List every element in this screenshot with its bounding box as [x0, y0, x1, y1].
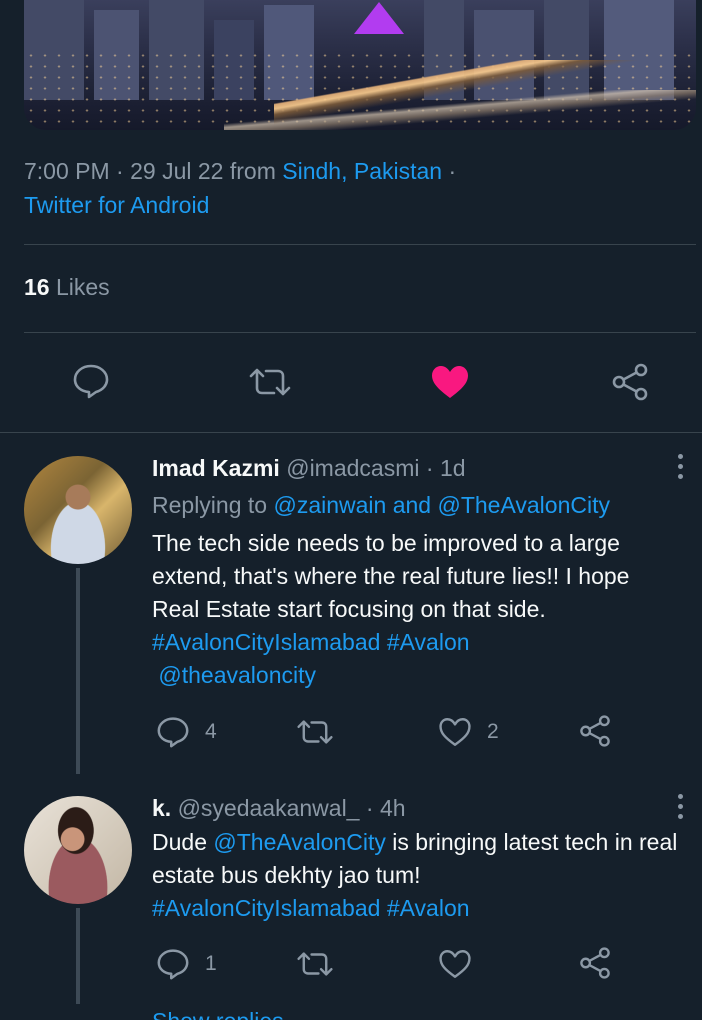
avatar[interactable]	[24, 796, 132, 904]
reply-icon[interactable]	[156, 716, 190, 748]
replying-to-label: Replying to	[152, 492, 268, 518]
tweet-date: 29 Jul 22	[130, 158, 224, 184]
hashtag-link[interactable]: #AvalonCityIslamabad	[152, 895, 380, 921]
thread-line	[76, 908, 80, 1004]
avalon-logo	[354, 2, 404, 34]
like-icon[interactable]	[438, 716, 472, 748]
reply-icon[interactable]	[72, 363, 110, 399]
tweet-location-link[interactable]: Sindh, Pakistan	[282, 158, 442, 184]
mention-link[interactable]: @TheAvalonCity	[437, 492, 610, 518]
retweet-icon[interactable]	[296, 950, 334, 978]
reply-count: 4	[205, 720, 217, 743]
more-options-icon[interactable]	[678, 794, 684, 824]
mention-link[interactable]: @TheAvalonCity	[213, 829, 386, 855]
reply-tweet[interactable]: k. @syedaakanwal_ · 4h Dude @TheAvalonCi…	[152, 792, 682, 925]
retweet-icon[interactable]	[248, 366, 292, 398]
mention-link[interactable]: @zainwain	[273, 492, 386, 518]
tweet-source-link[interactable]: Twitter for Android	[24, 192, 209, 218]
reply-body: Dude @TheAvalonCity is bringing latest t…	[152, 826, 682, 925]
like-icon-filled[interactable]	[430, 364, 470, 400]
hashtag-link[interactable]: #AvalonCityIslamabad	[152, 629, 380, 655]
author-name[interactable]: k.	[152, 795, 171, 821]
hashtag-link[interactable]: #Avalon	[387, 629, 470, 655]
reply-text: Dude	[152, 829, 207, 855]
likes-count: 16	[24, 274, 50, 300]
share-icon[interactable]	[610, 362, 650, 402]
from-label: from	[229, 158, 276, 184]
reply-icon[interactable]	[156, 948, 190, 980]
hashtag-link[interactable]: #Avalon	[387, 895, 470, 921]
mention-link[interactable]: @theavaloncity	[158, 662, 316, 688]
more-options-icon[interactable]	[678, 454, 684, 484]
share-icon[interactable]	[578, 714, 612, 748]
author-name[interactable]: Imad Kazmi	[152, 455, 280, 481]
reply-text: The tech side needs to be improved to a …	[152, 530, 630, 622]
tweet-meta: 7:00 PM · 29 Jul 22 from Sindh, Pakistan…	[24, 158, 457, 218]
divider	[24, 332, 696, 333]
reply-count: 1	[205, 952, 217, 975]
share-icon[interactable]	[578, 946, 612, 980]
likes-stat[interactable]: 16 Likes	[24, 274, 110, 301]
like-icon[interactable]	[438, 948, 472, 980]
section-divider	[0, 432, 702, 433]
reply-tweet[interactable]: Imad Kazmi @imadcasmi · 1d Replying to @…	[152, 452, 682, 692]
show-replies-link[interactable]: Show replies	[152, 1008, 284, 1020]
reply-time[interactable]: 1d	[440, 455, 466, 481]
reply-time[interactable]: 4h	[380, 795, 406, 821]
tweet-media-image[interactable]	[24, 0, 696, 130]
divider	[24, 244, 696, 245]
retweet-icon[interactable]	[296, 718, 334, 746]
reply-header: k. @syedaakanwal_ · 4h	[152, 795, 406, 821]
thread-line	[76, 568, 80, 774]
reply-body: The tech side needs to be improved to a …	[152, 527, 682, 692]
like-count: 2	[487, 720, 499, 743]
likes-label: Likes	[55, 274, 110, 300]
and-label: and	[392, 492, 432, 518]
reply-header: Imad Kazmi @imadcasmi · 1d	[152, 455, 466, 481]
avatar[interactable]	[24, 456, 132, 564]
author-handle[interactable]: @imadcasmi	[286, 455, 419, 481]
tweet-time: 7:00 PM	[24, 158, 110, 184]
replying-to: Replying to @zainwain and @TheAvalonCity	[152, 489, 682, 521]
author-handle[interactable]: @syedaakanwal_	[178, 795, 360, 821]
